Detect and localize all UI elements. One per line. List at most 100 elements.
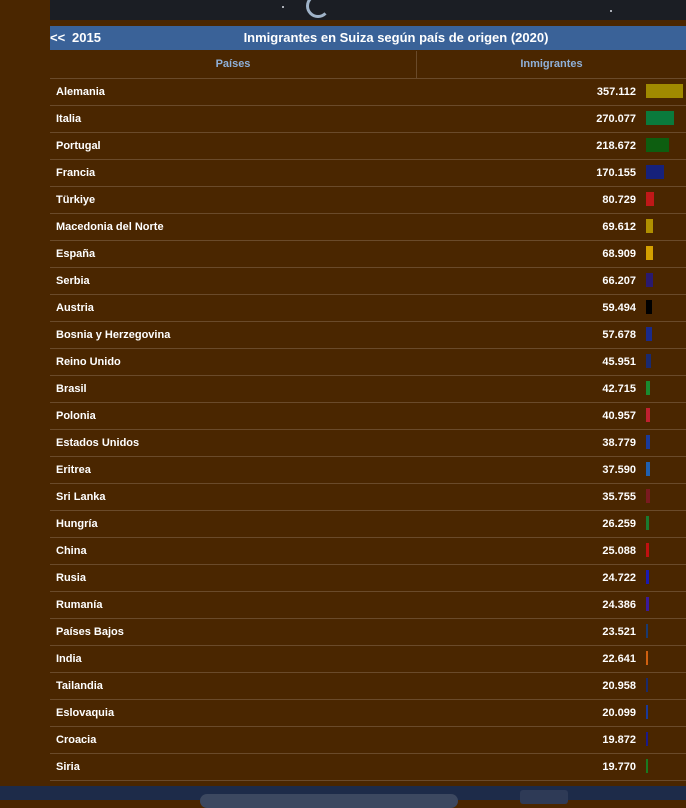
column-header-countries[interactable]: Países bbox=[50, 51, 417, 78]
immigrant-count: 80.729 bbox=[602, 194, 636, 206]
immigrant-count: 38.779 bbox=[602, 437, 636, 449]
table-row: Reino Unido 45.951 bbox=[50, 349, 686, 376]
immigrant-count: 170.155 bbox=[596, 167, 636, 179]
immigrant-count: 59.494 bbox=[602, 302, 636, 314]
value-bar bbox=[646, 651, 648, 665]
column-headers: Países Inmigrantes bbox=[50, 51, 686, 79]
immigrant-count: 19.770 bbox=[602, 761, 636, 773]
immigrant-count: 69.612 bbox=[602, 221, 636, 233]
country-name: España bbox=[56, 248, 96, 260]
immigrant-count: 19.872 bbox=[602, 734, 636, 746]
immigrant-count: 270.077 bbox=[596, 113, 636, 125]
star-icon bbox=[610, 10, 612, 12]
value-bar bbox=[646, 327, 652, 341]
taskbar-search[interactable] bbox=[200, 794, 458, 808]
country-name: Siria bbox=[56, 761, 80, 773]
value-bar bbox=[646, 192, 654, 206]
data-table: Alemania 357.112 Italia 270.077 Portugal 218.… bbox=[50, 79, 686, 781]
value-bar bbox=[646, 219, 653, 233]
table-row: España 68.909 bbox=[50, 241, 686, 268]
column-header-immigrants[interactable]: Inmigrantes bbox=[417, 51, 686, 78]
value-bar bbox=[646, 597, 649, 611]
country-name: Sri Lanka bbox=[56, 491, 106, 503]
country-name: India bbox=[56, 653, 82, 665]
table-header-bar: << 2015 Inmigrantes en Suiza según país … bbox=[50, 26, 686, 50]
immigrant-count: 37.590 bbox=[602, 464, 636, 476]
country-name: Países Bajos bbox=[56, 626, 124, 638]
value-bar bbox=[646, 246, 653, 260]
value-bar bbox=[646, 381, 650, 395]
country-name: Eritrea bbox=[56, 464, 91, 476]
immigrant-count: 26.259 bbox=[602, 518, 636, 530]
immigrant-count: 22.641 bbox=[602, 653, 636, 665]
table-row: Tailandia 20.958 bbox=[50, 673, 686, 700]
value-bar bbox=[646, 516, 649, 530]
value-bar bbox=[646, 354, 651, 368]
table-title: Inmigrantes en Suiza según país de orige… bbox=[243, 30, 549, 45]
value-bar bbox=[646, 408, 650, 422]
value-bar bbox=[646, 543, 649, 557]
immigrant-count: 42.715 bbox=[602, 383, 636, 395]
value-bar bbox=[646, 435, 650, 449]
immigrant-count: 218.672 bbox=[596, 140, 636, 152]
immigrant-count: 23.521 bbox=[602, 626, 636, 638]
country-name: Macedonia del Norte bbox=[56, 221, 164, 233]
value-bar bbox=[646, 165, 664, 179]
country-name: Eslovaquia bbox=[56, 707, 115, 719]
moon-logo-icon bbox=[306, 0, 330, 18]
value-bar bbox=[646, 111, 674, 125]
taskbar bbox=[0, 786, 686, 808]
table-row: Sri Lanka 35.755 bbox=[50, 484, 686, 511]
immigrant-count: 40.957 bbox=[602, 410, 636, 422]
value-bar bbox=[646, 705, 648, 719]
value-bar bbox=[646, 84, 683, 98]
immigrant-count: 57.678 bbox=[602, 329, 636, 341]
table-row: Alemania 357.112 bbox=[50, 79, 686, 106]
value-bar bbox=[646, 138, 669, 152]
country-name: Serbia bbox=[56, 275, 90, 287]
table-row: Rusia 24.722 bbox=[50, 565, 686, 592]
country-name: Rusia bbox=[56, 572, 86, 584]
immigrant-count: 66.207 bbox=[602, 275, 636, 287]
country-name: Bosnia y Herzegovina bbox=[56, 329, 171, 341]
immigrant-count: 24.722 bbox=[602, 572, 636, 584]
table-row: Serbia 66.207 bbox=[50, 268, 686, 295]
immigrant-count: 68.909 bbox=[602, 248, 636, 260]
country-name: Estados Unidos bbox=[56, 437, 140, 449]
table-row: Macedonia del Norte 69.612 bbox=[50, 214, 686, 241]
country-name: Italia bbox=[56, 113, 82, 125]
table-row: Hungría 26.259 bbox=[50, 511, 686, 538]
value-bar bbox=[646, 273, 653, 287]
table-row: Siria 19.770 bbox=[50, 754, 686, 781]
immigrant-count: 35.755 bbox=[602, 491, 636, 503]
table-row: China 25.088 bbox=[50, 538, 686, 565]
table-row: Austria 59.494 bbox=[50, 295, 686, 322]
country-name: Croacia bbox=[56, 734, 97, 746]
immigrant-count: 20.099 bbox=[602, 707, 636, 719]
table-row: Polonia 40.957 bbox=[50, 403, 686, 430]
country-name: Hungría bbox=[56, 518, 98, 530]
taskbar-button[interactable] bbox=[520, 790, 568, 804]
star-icon bbox=[282, 6, 284, 8]
immigrant-count: 24.386 bbox=[602, 599, 636, 611]
country-name: Polonia bbox=[56, 410, 96, 422]
immigrant-count: 45.951 bbox=[602, 356, 636, 368]
value-bar bbox=[646, 624, 648, 638]
table-row: Portugal 218.672 bbox=[50, 133, 686, 160]
immigrant-count: 20.958 bbox=[602, 680, 636, 692]
table-row: Türkiye 80.729 bbox=[50, 187, 686, 214]
immigrant-count: 25.088 bbox=[602, 545, 636, 557]
country-name: Alemania bbox=[56, 86, 105, 98]
table-row: Brasil 42.715 bbox=[50, 376, 686, 403]
value-bar bbox=[646, 489, 650, 503]
country-name: Türkiye bbox=[56, 194, 96, 206]
table-row: Bosnia y Herzegovina 57.678 bbox=[50, 322, 686, 349]
value-bar bbox=[646, 732, 648, 746]
country-name: Austria bbox=[56, 302, 94, 314]
country-name: Francia bbox=[56, 167, 96, 179]
country-name: Reino Unido bbox=[56, 356, 121, 368]
table-row: India 22.641 bbox=[50, 646, 686, 673]
value-bar bbox=[646, 300, 652, 314]
value-bar bbox=[646, 570, 649, 584]
value-bar bbox=[646, 462, 650, 476]
